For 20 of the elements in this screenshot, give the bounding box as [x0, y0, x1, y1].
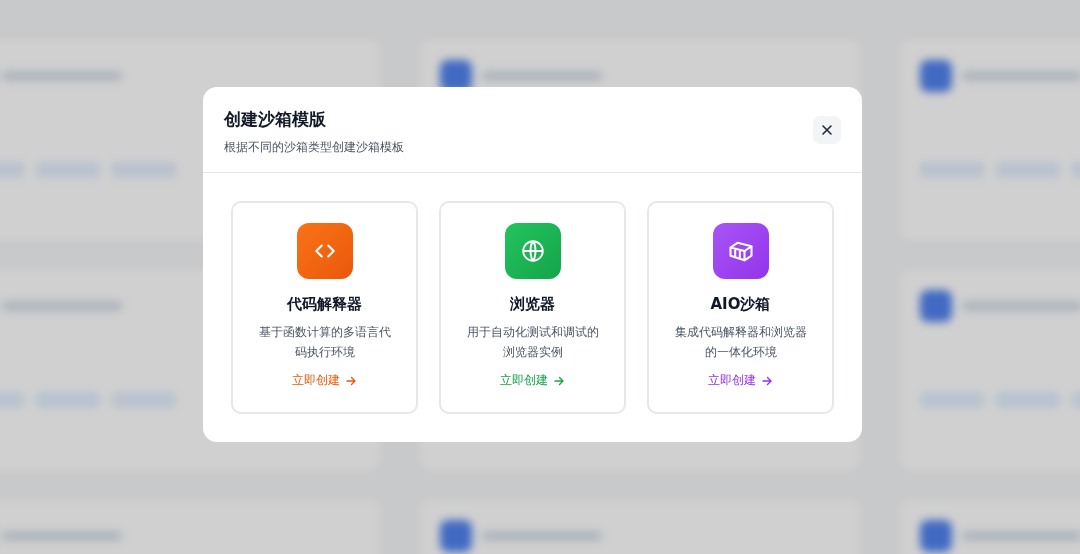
template-card[interactable]: 代码解释器 基于函数计算的多语言代码执行环境 立即创建	[231, 201, 418, 414]
dialog-title: 创建沙箱模版	[224, 108, 327, 131]
arrow-right-icon	[345, 374, 357, 387]
template-description: 用于自动化测试和调试的浏览器实例	[465, 324, 600, 361]
template-name: AIO沙箱	[710, 295, 771, 314]
create-link[interactable]: 立即创建	[292, 372, 357, 389]
template-card[interactable]: 浏览器 用于自动化测试和调试的浏览器实例 立即创建	[439, 201, 626, 414]
template-card[interactable]: AIO沙箱 集成代码解释器和浏览器的一体化环境 立即创建	[647, 201, 834, 414]
template-name: 浏览器	[510, 295, 555, 314]
arrow-right-icon	[553, 374, 565, 387]
close-icon	[821, 124, 833, 136]
close-button[interactable]	[813, 116, 841, 144]
dialog-subtitle: 根据不同的沙箱类型创建沙箱模板	[224, 139, 404, 156]
template-name: 代码解释器	[287, 295, 362, 314]
arrow-right-icon	[761, 374, 773, 387]
create-link[interactable]: 立即创建	[500, 372, 565, 389]
create-link[interactable]: 立即创建	[708, 372, 773, 389]
template-description: 集成代码解释器和浏览器的一体化环境	[673, 324, 808, 361]
globe-icon	[519, 238, 546, 264]
template-description: 基于函数计算的多语言代码执行环境	[257, 324, 392, 361]
